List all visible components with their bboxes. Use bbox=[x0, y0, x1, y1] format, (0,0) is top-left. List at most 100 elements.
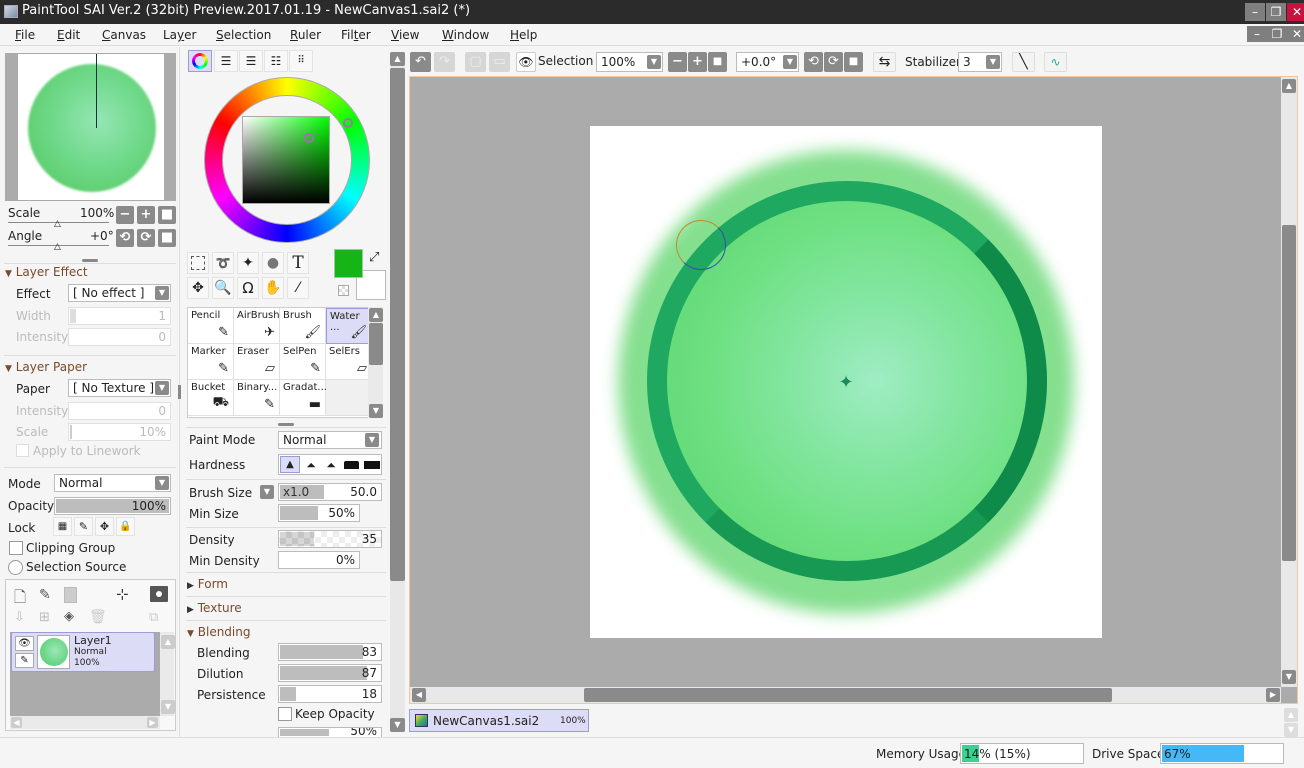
document-tab[interactable]: NewCanvas1.sai2 100% bbox=[409, 709, 589, 732]
lock-move-icon[interactable]: ✥ bbox=[95, 517, 114, 536]
menu-layer[interactable]: Layer bbox=[163, 28, 196, 42]
angle-dropdown-arrow[interactable]: ▼ bbox=[783, 55, 797, 69]
canvas-scroll-up[interactable]: ▲ bbox=[1282, 79, 1296, 93]
brush-panel-resize-handle[interactable] bbox=[278, 423, 294, 426]
shape-tool-icon[interactable]: ● bbox=[262, 252, 284, 274]
zoom-tool-icon[interactable]: 🔍 bbox=[212, 277, 234, 299]
layer-scroll-left[interactable]: ◀ bbox=[11, 717, 22, 728]
layer-mask-icon[interactable] bbox=[150, 586, 168, 602]
clear-layer-icon[interactable]: ◈ bbox=[64, 609, 74, 624]
blending-slider[interactable]: 83 bbox=[278, 643, 382, 661]
menu-ruler[interactable]: Ruler bbox=[290, 28, 321, 42]
paper-intensity-slider[interactable]: 0 bbox=[68, 402, 171, 420]
navigator-preview[interactable] bbox=[5, 53, 176, 201]
blend-mode-select[interactable]: Normal bbox=[54, 474, 171, 492]
layer-align-icon[interactable]: ⊹ bbox=[116, 585, 129, 603]
paint-mode-dropdown-arrow[interactable]: ▼ bbox=[365, 433, 379, 447]
brush-selpen[interactable]: SelPen ✎ bbox=[280, 344, 326, 380]
brush-size-slider[interactable]: x1.0 50.0 bbox=[278, 483, 382, 501]
brush-airbrush[interactable]: AirBrush ✈ bbox=[234, 308, 280, 344]
effect-dropdown-arrow[interactable]: ▼ bbox=[155, 286, 169, 300]
saturation-value-square[interactable] bbox=[242, 116, 330, 204]
swap-colors-icon[interactable]: ⤢ bbox=[369, 250, 379, 265]
brush-size-mult-dropdown[interactable]: ▼ bbox=[260, 485, 274, 499]
hardness-option-1[interactable]: ▲ bbox=[280, 456, 300, 473]
brush-scroll-down[interactable]: ▼ bbox=[369, 404, 383, 418]
text-tool-icon[interactable]: T bbox=[287, 252, 309, 274]
apply-linework-checkbox[interactable] bbox=[16, 444, 29, 457]
brush-selers[interactable]: SelErs ▱ bbox=[326, 344, 370, 380]
hardness-option-2[interactable]: ⏶ bbox=[302, 457, 320, 473]
hardness-option-3[interactable]: ⏶ bbox=[322, 457, 340, 473]
restore-button[interactable]: ❐ bbox=[1266, 3, 1286, 21]
brush-eraser[interactable]: Eraser ▱ bbox=[234, 344, 280, 380]
lock-all-icon[interactable]: 🔒 bbox=[116, 517, 135, 536]
layer-visibility-eye-icon[interactable]: 👁 bbox=[15, 636, 34, 651]
transparent-color-icon[interactable] bbox=[338, 285, 349, 296]
zoom-out-button[interactable]: − bbox=[116, 206, 134, 224]
rotate-reset-button[interactable]: ■ bbox=[158, 229, 176, 247]
close-button[interactable]: ✕ bbox=[1287, 3, 1304, 21]
layer-scroll-up[interactable]: ▲ bbox=[161, 635, 175, 649]
hue-picker-marker[interactable] bbox=[343, 118, 353, 128]
straight-line-button[interactable]: ╲ bbox=[1012, 52, 1035, 72]
invert-selection-button[interactable]: ▭ bbox=[489, 52, 510, 72]
tool-panel-scroll-thumb[interactable] bbox=[390, 68, 405, 581]
canvas-document[interactable]: ✦ bbox=[590, 126, 1102, 638]
hardness-option-5[interactable] bbox=[364, 461, 380, 469]
keep-opacity-checkbox[interactable] bbox=[278, 707, 292, 721]
merge-down-icon[interactable]: ⇩ bbox=[14, 610, 25, 625]
brush-bucket[interactable]: Bucket ⛟ bbox=[188, 380, 234, 416]
rotate-tool-icon[interactable]: Ω bbox=[237, 277, 259, 299]
new-layer-icon[interactable]: 🗋 bbox=[14, 587, 26, 612]
undo-button[interactable]: ↶ bbox=[410, 52, 431, 72]
lock-transparency-icon[interactable]: ▦ bbox=[53, 517, 72, 536]
selection-visibility-eye-icon[interactable]: 👁 bbox=[516, 52, 536, 72]
left-panel-resize-handle[interactable] bbox=[178, 385, 181, 399]
minimize-button[interactable]: – bbox=[1245, 3, 1265, 21]
menu-file[interactable]: File bbox=[15, 28, 35, 42]
brush-binary[interactable]: Binary... ✎ bbox=[234, 380, 280, 416]
blend-mode-dropdown-arrow[interactable]: ▼ bbox=[155, 476, 169, 490]
swatch-grid-tab[interactable]: ⠿ bbox=[289, 50, 313, 72]
canvas-scroll-left[interactable]: ◀ bbox=[412, 688, 426, 702]
hand-tool-icon[interactable]: ✋ bbox=[262, 277, 284, 299]
effect-intensity-slider[interactable]: 0 bbox=[68, 328, 171, 346]
canvas-scroll-right[interactable]: ▶ bbox=[1266, 688, 1280, 702]
menu-edit[interactable]: Edit bbox=[57, 28, 80, 42]
sv-picker-marker[interactable] bbox=[304, 133, 314, 143]
toolbar-zoom-reset-button[interactable]: ■ bbox=[708, 52, 727, 72]
brush-scroll-up[interactable]: ▲ bbox=[369, 308, 383, 322]
form-section[interactable]: ▶ Form bbox=[187, 577, 228, 591]
color-wheel-tab[interactable] bbox=[188, 50, 212, 72]
toolbar-rotate-left-button[interactable]: ⟲ bbox=[804, 52, 823, 72]
menu-filter[interactable]: Filter bbox=[341, 28, 371, 42]
toolbar-zoom-in-button[interactable]: + bbox=[688, 52, 707, 72]
rect-select-tool-icon[interactable] bbox=[187, 252, 209, 274]
scale-slider-thumb[interactable]: △ bbox=[54, 219, 61, 229]
min-size-slider[interactable]: 50% bbox=[278, 504, 360, 522]
canvas-hscroll-thumb[interactable] bbox=[584, 688, 1112, 702]
copy-mask-icon[interactable]: ⧉ bbox=[149, 610, 158, 625]
stabilizer-dropdown-arrow[interactable]: ▼ bbox=[986, 55, 1000, 69]
persistence-slider[interactable]: 18 bbox=[278, 685, 382, 703]
new-folder-icon[interactable] bbox=[64, 587, 77, 603]
brush-pencil[interactable]: Pencil ✎ bbox=[188, 308, 234, 344]
clipping-group-checkbox[interactable] bbox=[9, 541, 23, 555]
brush-empty-slot[interactable] bbox=[326, 380, 370, 416]
zoom-reset-button[interactable]: ■ bbox=[158, 206, 176, 224]
flip-horizontal-button[interactable]: ⇆ bbox=[873, 52, 896, 72]
doc-restore-button[interactable]: ❐ bbox=[1267, 26, 1287, 42]
brush-water[interactable]: Water ... 🖌 bbox=[326, 308, 370, 344]
toolbar-rotate-reset-button[interactable]: ■ bbox=[844, 52, 863, 72]
rotate-left-button[interactable]: ⟲ bbox=[116, 229, 134, 247]
move-tool-icon[interactable]: ✥ bbox=[187, 277, 209, 299]
delete-layer-icon[interactable]: 🗑 bbox=[89, 609, 107, 625]
blur-slider[interactable]: 50% bbox=[278, 727, 382, 737]
brush-marker[interactable]: Marker ✎ bbox=[188, 344, 234, 380]
zoom-dropdown-arrow[interactable]: ▼ bbox=[647, 55, 661, 69]
rotate-right-button[interactable]: ⟳ bbox=[137, 229, 155, 247]
doc-minimize-button[interactable]: – bbox=[1247, 26, 1267, 42]
brush-brush[interactable]: Brush 🖌 bbox=[280, 308, 326, 344]
brush-gradat[interactable]: Gradat... ▬ bbox=[280, 380, 327, 416]
